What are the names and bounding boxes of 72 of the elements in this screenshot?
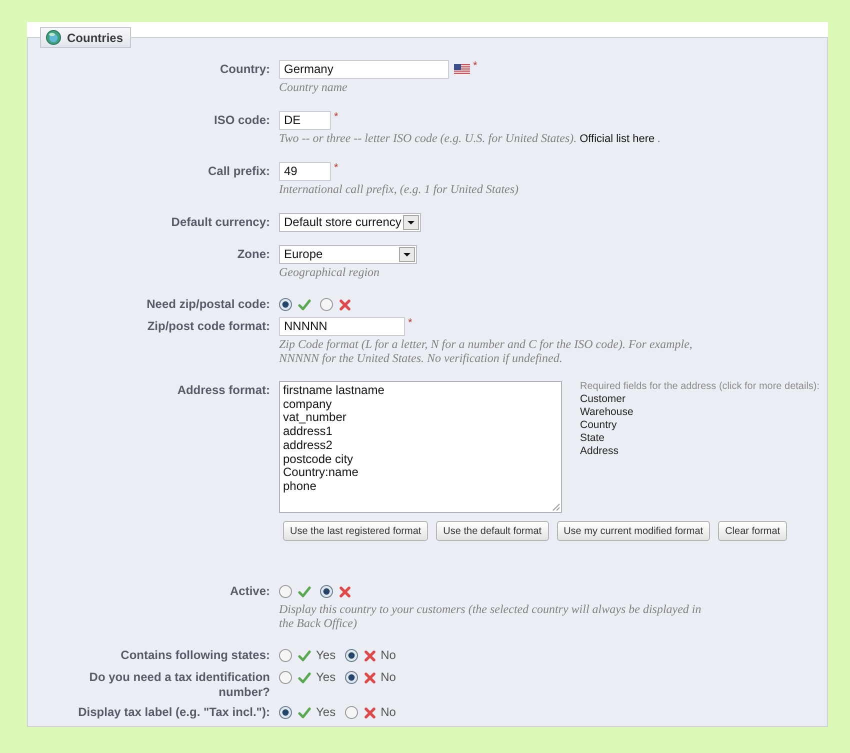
field-label: Do you need a tax identification number? (88, 669, 270, 700)
option-label: No (380, 648, 396, 663)
resize-grip-icon[interactable] (552, 503, 560, 511)
option-label: Yes (316, 648, 336, 663)
required-asterisk: * (334, 112, 338, 122)
option-label: Yes (316, 670, 336, 685)
check-icon (298, 706, 311, 718)
cross-icon (364, 650, 376, 662)
text-field[interactable]: NNNNN (279, 317, 405, 336)
option-label: No (380, 705, 396, 720)
radio-button[interactable] (279, 671, 292, 684)
hint-text: Zip Code format (L for a letter, N for a number and C for the ISO code). For example, NNNNN for the United States. No verification if undefined. (279, 338, 694, 365)
option-label: Yes (316, 705, 336, 720)
radio-button[interactable] (344, 649, 358, 662)
field-label: ISO code: (212, 112, 270, 128)
field-label: Country: (219, 61, 270, 77)
required-field-link[interactable]: State (580, 432, 605, 445)
cross-icon (339, 298, 351, 310)
format-button[interactable]: Use the default format (436, 521, 549, 541)
dropdown[interactable]: Europe (279, 244, 417, 264)
globe-icon (46, 30, 61, 45)
address-format-field[interactable]: firstname lastname company vat_number address1 address2 postcode city Country:name phone (279, 381, 562, 513)
caret-icon (403, 214, 420, 230)
field-label: Call prefix: (206, 163, 270, 179)
required-field-link[interactable]: Address (580, 445, 619, 458)
required-field-link[interactable]: Customer (580, 393, 626, 406)
field-label: Active: (228, 583, 270, 599)
hint-text: Display this country to your customers (the selected country will always be displayed in the Back Office) (279, 603, 702, 630)
format-button[interactable]: Use the last registered format (283, 521, 428, 541)
hint-text: International call prefix, (e.g. 1 for United States) (279, 183, 519, 196)
list-link[interactable]: Official list here (580, 132, 655, 144)
hint-text: Two -- or three -- letter ISO code (e.g. U.S. for United States). Official list here . (279, 132, 661, 146)
option-label: No (380, 670, 396, 685)
radio-button[interactable] (279, 585, 292, 598)
hint-text: Country name (279, 81, 348, 94)
text-field[interactable]: Germany (279, 60, 449, 79)
required-fields-heading: Required fields for the address (click for more details): (580, 380, 820, 393)
text-field[interactable]: 49 (279, 162, 331, 181)
format-button[interactable]: Use my current modified format (556, 521, 710, 541)
required-asterisk: * (334, 163, 338, 173)
radio-button[interactable] (279, 649, 292, 662)
radio-button[interactable] (344, 671, 358, 684)
field-label: Zone: (236, 246, 270, 262)
cross-icon (364, 672, 376, 684)
check-icon (298, 650, 311, 662)
field-label: Address format: (176, 382, 270, 398)
section-title: Countries (67, 30, 124, 44)
hint-text: Geographical region (279, 266, 380, 279)
radio-button[interactable] (279, 706, 292, 719)
cross-icon (339, 586, 351, 598)
field-label: Zip/post code format: (146, 318, 270, 334)
required-asterisk: * (408, 318, 412, 328)
field-label: Default currency: (170, 214, 270, 230)
required-field-link[interactable]: Country (580, 419, 617, 432)
caret-icon (399, 246, 415, 262)
format-button[interactable]: Clear format (718, 521, 788, 541)
check-icon (298, 672, 311, 684)
flag-icon[interactable] (454, 64, 470, 75)
cross-icon (364, 706, 376, 718)
radio-button[interactable] (320, 298, 333, 311)
radio-button[interactable] (320, 585, 333, 598)
field-label: Display tax label (e.g. "Tax incl."): (77, 704, 270, 720)
check-icon (298, 298, 311, 310)
field-label: Contains following states: (120, 647, 270, 663)
field-label: Need zip/postal code: (146, 296, 270, 312)
required-asterisk: * (473, 61, 478, 71)
dropdown[interactable]: Default store currency (279, 212, 422, 232)
check-icon (298, 586, 311, 598)
text-field[interactable]: DE (279, 110, 331, 130)
radio-button[interactable] (279, 298, 292, 311)
radio-button[interactable] (344, 706, 358, 719)
required-field-link[interactable]: Warehouse (580, 406, 634, 419)
